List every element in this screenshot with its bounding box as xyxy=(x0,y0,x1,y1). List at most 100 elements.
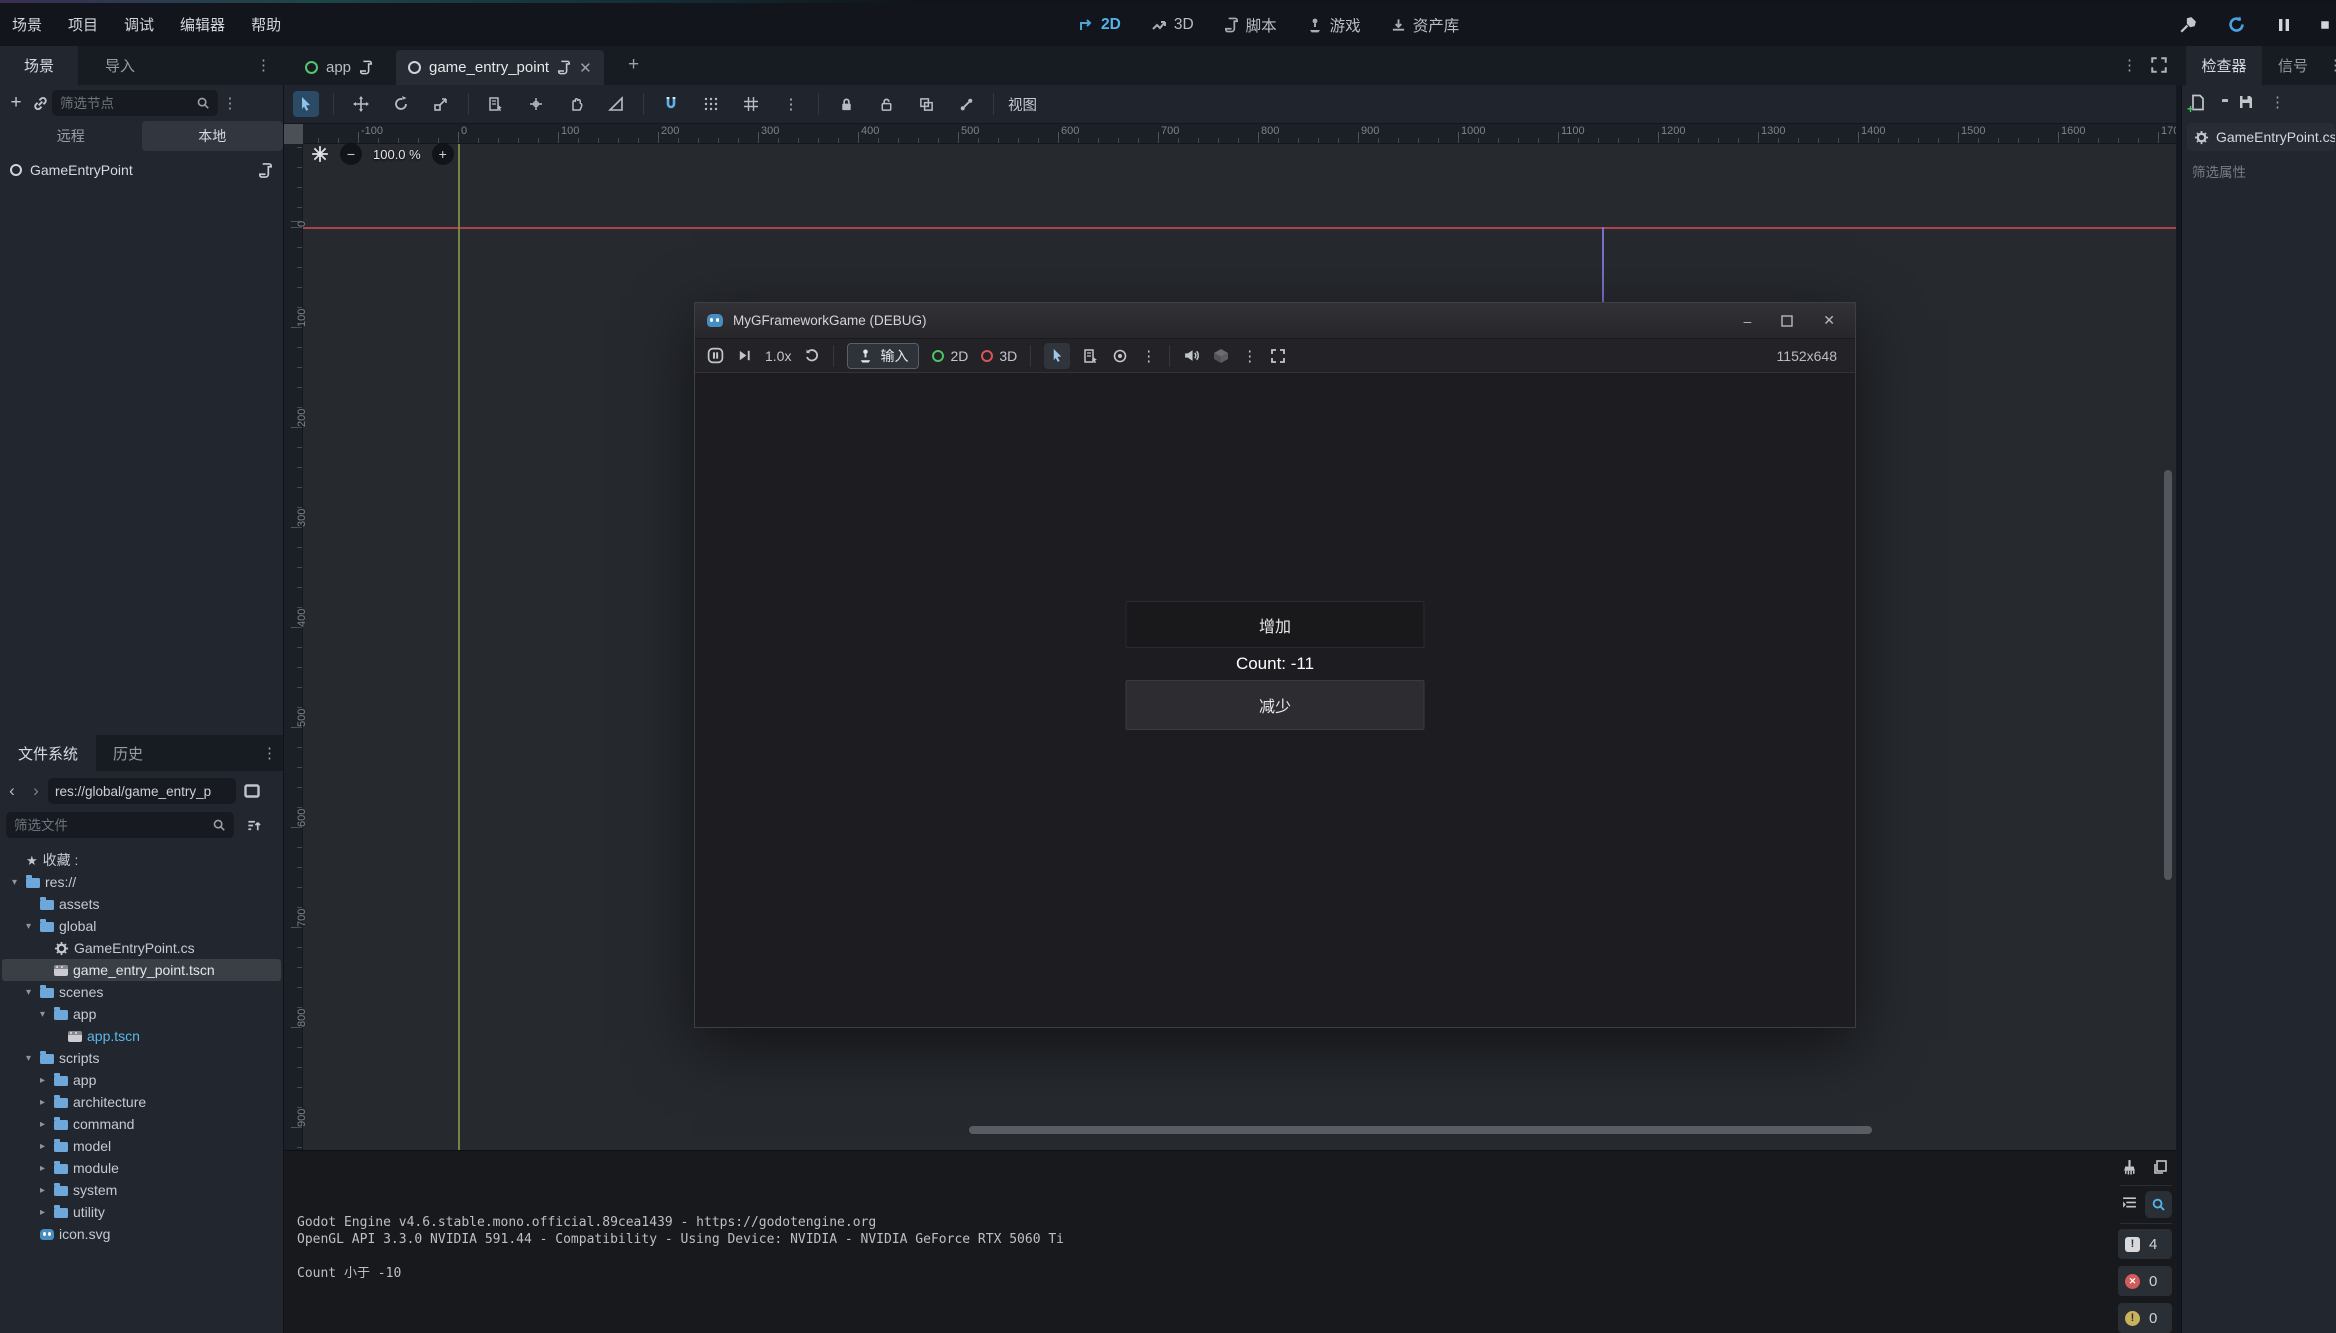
grid-snap-icon[interactable] xyxy=(698,91,724,117)
vertical-scrollbar[interactable] xyxy=(2164,470,2172,880)
decrease-button[interactable]: 减少 xyxy=(1126,680,1425,730)
game-menu-icon[interactable]: ⋮ xyxy=(1242,347,1257,365)
unlock-node-icon[interactable] xyxy=(873,91,899,117)
file-tree-row[interactable]: ★ 收藏 : xyxy=(2,849,281,871)
save-resource-icon[interactable] xyxy=(2238,94,2254,110)
expand-arrow-icon[interactable] xyxy=(8,877,21,888)
scene-tab-game-entry-point[interactable]: game_entry_point ✕ xyxy=(396,50,604,85)
file-tree-row[interactable]: ★ res:// xyxy=(2,871,281,893)
file-tree-row[interactable]: ★ game_entry_point.tscn xyxy=(2,959,281,981)
close-tab-icon[interactable]: ✕ xyxy=(579,59,592,77)
inspector-menu-icon[interactable]: ⋮ xyxy=(2270,93,2285,111)
edited-object-row[interactable]: GameEntryPoint.cs xyxy=(2187,123,2335,151)
tab-assetlib[interactable]: 资产库 xyxy=(1391,14,1460,36)
close-icon[interactable]: ✕ xyxy=(1823,312,1835,329)
dock-tab-inspector[interactable]: 检查器 xyxy=(2186,46,2262,85)
zoom-in-button[interactable]: + xyxy=(432,143,454,165)
file-tree-row[interactable]: ★ GameEntryPoint.cs xyxy=(2,937,281,959)
game-window-titlebar[interactable]: MyGFrameworkGame (DEBUG) – ✕ xyxy=(695,303,1855,339)
left-splitter[interactable] xyxy=(283,85,284,1333)
viewport-options-icon[interactable] xyxy=(311,145,329,163)
tab-filesystem[interactable]: 文件系统 xyxy=(0,735,96,771)
filter-properties-label[interactable]: 筛选属性 xyxy=(2192,161,2246,181)
expand-arrow-icon[interactable] xyxy=(22,1053,35,1064)
camera-override-icon[interactable] xyxy=(1112,348,1128,364)
file-tree-row[interactable]: ★ utility xyxy=(2,1201,281,1223)
search-log-button[interactable] xyxy=(2145,1191,2172,1218)
skeleton-options-icon[interactable] xyxy=(953,91,979,117)
mode-3d-button[interactable]: 3D xyxy=(981,348,1017,364)
new-resource-icon[interactable]: + xyxy=(2190,94,2206,111)
copy-output-icon[interactable] xyxy=(2152,1159,2168,1175)
select-mode-icon[interactable] xyxy=(1044,343,1070,369)
collapse-log-icon[interactable] xyxy=(2121,1195,2138,1212)
split-dock-icon[interactable] xyxy=(240,779,264,803)
remote-tab[interactable]: 远程 xyxy=(0,121,142,151)
expand-arrow-icon[interactable] xyxy=(36,1119,49,1130)
increase-button[interactable]: 增加 xyxy=(1126,601,1425,648)
scene-dock-menu-icon[interactable]: ⋮ xyxy=(256,56,271,74)
expand-arrow-icon[interactable] xyxy=(36,1163,49,1174)
scene-tree-menu-icon[interactable]: ⋮ xyxy=(218,91,242,115)
input-mode-button[interactable]: 输入 xyxy=(847,343,919,369)
embed-game-icon[interactable] xyxy=(1213,348,1229,364)
message-count-badge[interactable]: ! 0 xyxy=(2118,1303,2172,1333)
nav-back-icon[interactable]: ‹ xyxy=(0,779,24,803)
filter-files-input[interactable] xyxy=(14,818,206,833)
horizontal-scrollbar[interactable] xyxy=(969,1126,1872,1134)
scale-tool[interactable] xyxy=(428,91,454,117)
minimize-icon[interactable]: – xyxy=(1743,313,1751,329)
game-debug-window[interactable]: MyGFrameworkGame (DEBUG) – ✕ 1.0x 输入 xyxy=(694,302,1856,1028)
stop-button[interactable] xyxy=(2320,13,2330,37)
scene-tab-app[interactable]: app xyxy=(293,50,385,85)
scene-tree-node-root[interactable]: GameEntryPoint xyxy=(2,157,281,183)
message-count-badge[interactable]: ! 4 xyxy=(2118,1229,2172,1259)
add-node-button[interactable]: + xyxy=(4,91,28,115)
menu-item[interactable]: 项目 xyxy=(68,14,98,35)
maximize-icon[interactable] xyxy=(1781,315,1793,327)
lock-node-icon[interactable] xyxy=(833,91,859,117)
file-tree-row[interactable]: ★ assets xyxy=(2,893,281,915)
menu-item[interactable]: 编辑器 xyxy=(180,14,225,35)
file-tree-row[interactable]: ★ global xyxy=(2,915,281,937)
mode-2d-button[interactable]: 2D xyxy=(932,348,968,364)
clear-output-icon[interactable] xyxy=(2121,1159,2138,1176)
dock-tab-scene[interactable]: 场景 xyxy=(0,46,78,85)
reset-speed-icon[interactable] xyxy=(804,348,820,364)
file-tree-row[interactable]: ★ scripts xyxy=(2,1047,281,1069)
filter-nodes-field[interactable] xyxy=(52,90,218,116)
pause-game-button[interactable] xyxy=(2272,13,2296,37)
snap-options-menu-icon[interactable]: ⋮ xyxy=(778,91,804,117)
rotate-tool[interactable] xyxy=(388,91,414,117)
file-tree-row[interactable]: ★ architecture xyxy=(2,1091,281,1113)
ruler-tool[interactable] xyxy=(603,91,629,117)
dock-tab-signals[interactable]: 信号 xyxy=(2262,46,2324,85)
next-frame-icon[interactable] xyxy=(737,348,752,363)
view-menu[interactable]: 视图 xyxy=(1008,94,1037,115)
move-tool[interactable] xyxy=(348,91,374,117)
audio-mute-icon[interactable] xyxy=(1183,347,1200,364)
select-tool[interactable] xyxy=(293,91,319,117)
file-tree-row[interactable]: ★ model xyxy=(2,1135,281,1157)
zoom-out-button[interactable]: − xyxy=(340,143,362,165)
tab-script[interactable]: 脚本 xyxy=(1224,14,1277,36)
expand-arrow-icon[interactable] xyxy=(36,1185,49,1196)
nav-forward-icon[interactable]: › xyxy=(24,779,48,803)
fullscreen-icon[interactable] xyxy=(1270,348,1286,364)
file-tree-row[interactable]: ★ app xyxy=(2,1003,281,1025)
menu-item[interactable]: 帮助 xyxy=(251,14,281,35)
tab-list-icon[interactable]: ⋮ xyxy=(2122,56,2137,74)
expand-arrow-icon[interactable] xyxy=(36,1097,49,1108)
file-tree-row[interactable]: ★ app xyxy=(2,1069,281,1091)
expand-arrow-icon[interactable] xyxy=(22,987,35,998)
local-tab[interactable]: 本地 xyxy=(142,121,284,151)
open-script-icon[interactable] xyxy=(258,163,273,178)
path-field[interactable]: res://global/game_entry_p xyxy=(48,778,236,804)
file-tree-row[interactable]: ★ module xyxy=(2,1157,281,1179)
grid-toggle-icon[interactable] xyxy=(738,91,764,117)
expand-arrow-icon[interactable] xyxy=(36,1009,49,1020)
suspend-icon[interactable] xyxy=(707,347,724,364)
expand-arrow-icon[interactable] xyxy=(22,921,35,932)
build-button[interactable] xyxy=(2176,13,2200,37)
expand-arrow-icon[interactable] xyxy=(36,1207,49,1218)
